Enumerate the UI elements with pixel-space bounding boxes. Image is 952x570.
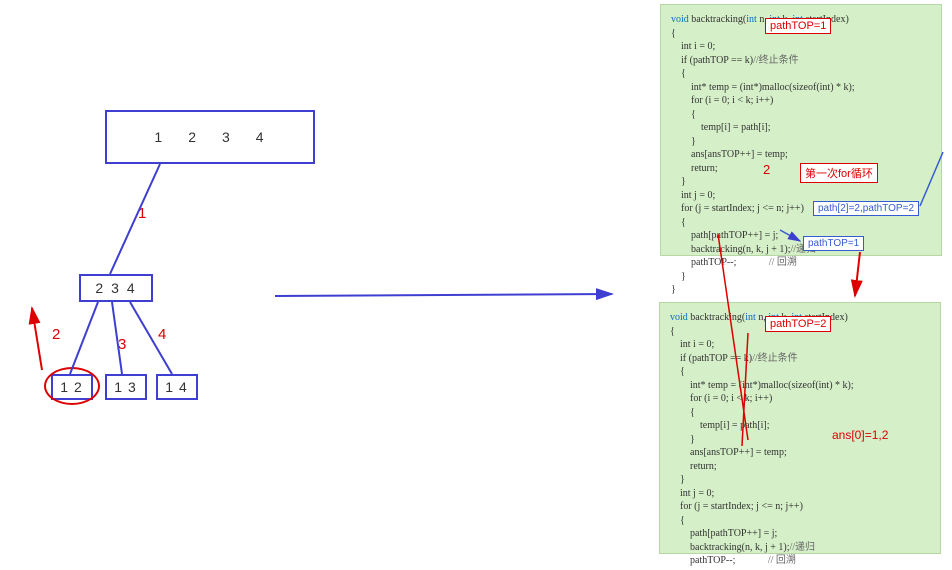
code-block-2: void backtracking(int n, int k, int star… — [659, 302, 941, 554]
fn-name: backtracking( — [691, 14, 746, 25]
anno-pathtop-bottom: pathTOP=1 — [803, 236, 864, 251]
branch-label-3: 3 — [118, 336, 126, 353]
tree-leaf-14: 14 — [156, 374, 198, 400]
tree-mid-box: 234 — [79, 274, 153, 302]
leaf-highlight-circle — [44, 367, 100, 405]
tree-root-box: 1234 — [105, 110, 315, 164]
callout-pathtop-2: pathTOP=2 — [765, 316, 831, 332]
code-block-1: void backtracking(int n, int k, int star… — [660, 4, 942, 256]
branch-label-1: 1 — [138, 205, 146, 222]
callout-first-for: 第一次for循环 — [800, 163, 878, 183]
anno-path-assign: path[2]=2,pathTOP=2 — [813, 201, 919, 216]
branch-label-2: 2 — [52, 326, 60, 343]
kw-void: void — [671, 14, 689, 25]
callout-pathtop-1: pathTOP=1 — [765, 18, 831, 34]
canvas: { "tree": { "root_values": "1234", "bran… — [0, 0, 952, 570]
branch-label-4: 4 — [158, 326, 166, 343]
tree-leaf-13: 13 — [105, 374, 147, 400]
label-2: 2 — [763, 162, 770, 177]
anno-ans: ans[0]=1,2 — [832, 428, 888, 442]
